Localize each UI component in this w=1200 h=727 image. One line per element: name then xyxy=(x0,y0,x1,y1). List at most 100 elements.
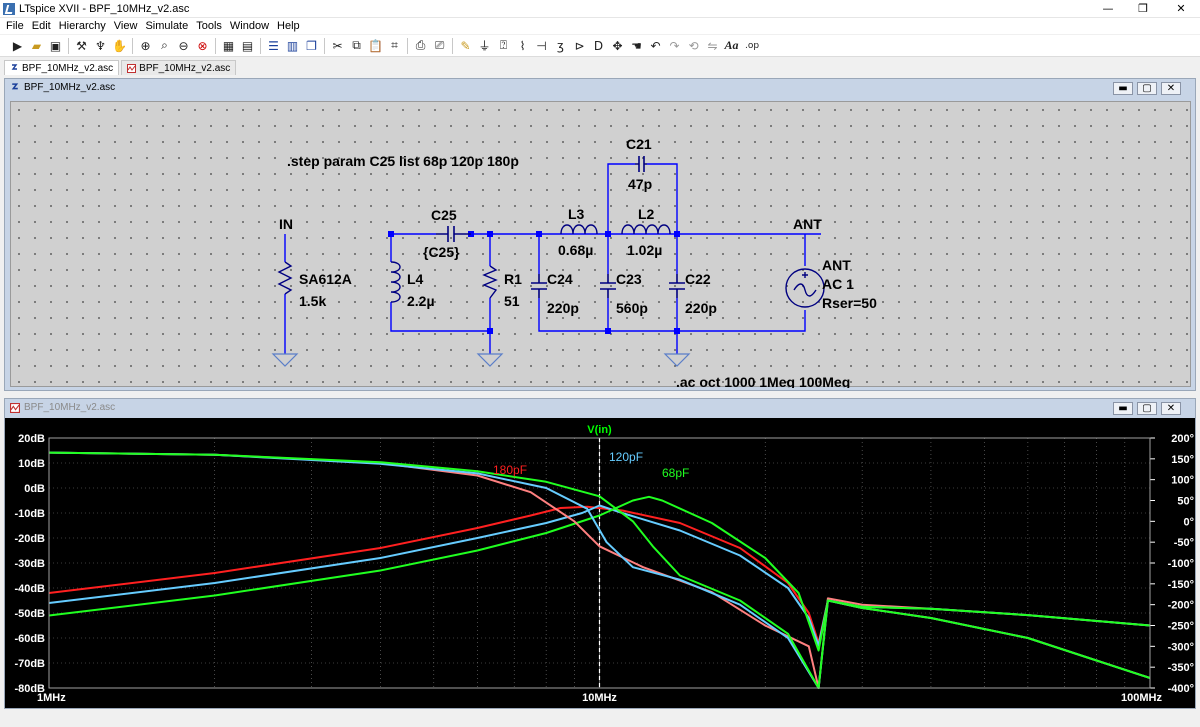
tab-label: BPF_10MHz_v2.asc xyxy=(139,62,231,74)
inductor-icon[interactable]: ʒ xyxy=(551,37,570,55)
l2-name[interactable]: L2 xyxy=(638,206,655,222)
menu-tools[interactable]: Tools xyxy=(192,20,226,32)
menu-hierarchy[interactable]: Hierarchy xyxy=(55,20,110,32)
capacitor-c24-symbol xyxy=(531,274,547,298)
schematic-canvas[interactable]: .step param C25 list 68p 120p 180p .ac o… xyxy=(10,101,1191,388)
copy-icon[interactable]: ⧉ xyxy=(347,37,366,55)
waveform-minimize-button[interactable]: ▬ xyxy=(1113,402,1133,415)
label-net-icon[interactable]: ⍰ xyxy=(494,37,513,55)
run-icon[interactable]: ▶ xyxy=(8,37,27,55)
halt-icon[interactable]: ✋ xyxy=(110,37,129,55)
schematic-close-button[interactable]: ✕ xyxy=(1161,82,1181,95)
c22-name[interactable]: C22 xyxy=(685,271,711,287)
move-icon[interactable]: ✥ xyxy=(608,37,627,55)
status-bar xyxy=(0,710,1200,727)
waveform-restore-button[interactable]: ▢ xyxy=(1137,402,1157,415)
close-button[interactable]: ✕ xyxy=(1166,0,1196,18)
net-label-in[interactable]: IN xyxy=(279,216,293,232)
ac-directive[interactable]: .ac oct 1000 1Meg 100Meg xyxy=(676,374,850,388)
redo-icon[interactable]: ↷ xyxy=(665,37,684,55)
sa612a-value[interactable]: 1.5k xyxy=(299,293,326,309)
r1-value[interactable]: 51 xyxy=(504,293,520,309)
c25-name[interactable]: C25 xyxy=(431,207,457,223)
new-plot-icon[interactable]: ▤ xyxy=(238,37,257,55)
waveform-window: BPF_10MHz_v2.asc ▬ ▢ ✕ V(in) 180pF 120pF 68… xyxy=(4,398,1196,709)
c23-name[interactable]: C23 xyxy=(616,271,642,287)
l4-value[interactable]: 2.2µ xyxy=(407,293,435,309)
toolbar: ▶ ▰ ▣ ⚒ ♆ ✋ ⊕ ⌕ ⊖ ⊗ ▦ ▤ ☰ ▥ ❐ ✂ ⧉ 📋 ⌗ ⎙ … xyxy=(0,35,1200,57)
resistor-r1-symbol xyxy=(482,265,498,299)
drag-icon[interactable]: ☚ xyxy=(627,37,646,55)
minimize-button[interactable]: — xyxy=(1093,0,1123,18)
tab-waveform[interactable]: BPF_10MHz_v2.asc xyxy=(121,60,237,75)
menu-window[interactable]: Window xyxy=(226,20,273,32)
zoom-in-icon[interactable]: ⊕ xyxy=(136,37,155,55)
c24-name[interactable]: C24 xyxy=(547,271,573,287)
c21-value[interactable]: 47p xyxy=(628,176,652,192)
zoom-area-icon[interactable]: ⌕ xyxy=(155,37,174,55)
tile-horizontal-icon[interactable]: ☰ xyxy=(264,37,283,55)
c25-value[interactable]: {C25} xyxy=(423,244,460,260)
cascade-icon[interactable]: ❐ xyxy=(302,37,321,55)
print-icon[interactable]: ⎙ xyxy=(411,37,430,55)
text-button[interactable]: Aa xyxy=(722,37,741,55)
y-right-tick-label: -150° xyxy=(1168,579,1194,591)
tile-vertical-icon[interactable]: ▥ xyxy=(283,37,302,55)
sa612a-name[interactable]: SA612A xyxy=(299,271,352,287)
waveform-window-title: BPF_10MHz_v2.asc xyxy=(24,402,116,413)
paste-icon[interactable]: 📋 xyxy=(366,37,385,55)
schematic-restore-button[interactable]: ▢ xyxy=(1137,82,1157,95)
rotate-icon[interactable]: ⟲ xyxy=(684,37,703,55)
zoom-out-icon[interactable]: ⊖ xyxy=(174,37,193,55)
resistor-sa612a-symbol xyxy=(277,261,293,295)
autorange-icon[interactable]: ▦ xyxy=(219,37,238,55)
tab-schematic[interactable]: BPF_10MHz_v2.asc xyxy=(4,60,120,75)
menu-view[interactable]: View xyxy=(110,20,142,32)
open-icon[interactable]: ▰ xyxy=(27,37,46,55)
waveform-icon xyxy=(127,63,137,73)
step-directive[interactable]: .step param C25 list 68p 120p 180p xyxy=(287,153,519,169)
r1-name[interactable]: R1 xyxy=(504,271,522,287)
diode-icon[interactable]: ⊳ xyxy=(570,37,589,55)
menu-edit[interactable]: Edit xyxy=(28,20,55,32)
cut-icon[interactable]: ✂ xyxy=(328,37,347,55)
menu-file[interactable]: File xyxy=(2,20,28,32)
menu-simulate[interactable]: Simulate xyxy=(141,20,192,32)
zoom-cancel-icon[interactable]: ⊗ xyxy=(193,37,212,55)
undo-icon[interactable]: ↶ xyxy=(646,37,665,55)
menu-help[interactable]: Help xyxy=(273,20,304,32)
print-setup-icon[interactable]: ⎚ xyxy=(430,37,449,55)
draw-wire-icon[interactable]: ✎ xyxy=(456,37,475,55)
toolbar-separator xyxy=(407,37,408,54)
c24-value[interactable]: 220p xyxy=(547,300,579,316)
waveform-plot[interactable]: V(in) 180pF 120pF 68pF 20dB 10dB 0dB -10dB -20d… xyxy=(5,418,1195,708)
control-panel-icon[interactable]: ⚒ xyxy=(72,37,91,55)
waveform-close-button[interactable]: ✕ xyxy=(1161,402,1181,415)
source-name[interactable]: ANT xyxy=(822,257,851,273)
capacitor-c25-symbol xyxy=(436,226,471,242)
run-sim-icon[interactable]: ♆ xyxy=(91,37,110,55)
spice-directive-button[interactable]: .op xyxy=(741,37,763,55)
net-label-ant[interactable]: ANT xyxy=(793,216,822,232)
c23-value[interactable]: 560p xyxy=(616,300,648,316)
find-icon[interactable]: ⌗ xyxy=(385,37,404,55)
resistor-icon[interactable]: ⌇ xyxy=(513,37,532,55)
schematic-minimize-button[interactable]: ▬ xyxy=(1113,82,1133,95)
c22-value[interactable]: 220p xyxy=(685,300,717,316)
source-value[interactable]: AC 1 xyxy=(822,276,854,292)
capacitor-icon[interactable]: ⊣ xyxy=(532,37,551,55)
l2-value[interactable]: 1.02µ xyxy=(627,242,662,258)
ground-symbol xyxy=(663,353,691,367)
trace-name-label: V(in) xyxy=(587,424,612,436)
mirror-icon[interactable]: ⇋ xyxy=(703,37,722,55)
c21-name[interactable]: C21 xyxy=(626,136,652,152)
save-icon[interactable]: ▣ xyxy=(46,37,65,55)
l3-name[interactable]: L3 xyxy=(568,206,585,222)
restore-button[interactable]: ❐ xyxy=(1128,0,1158,18)
ground-icon[interactable]: ⏚ xyxy=(475,37,494,55)
l3-value[interactable]: 0.68µ xyxy=(558,242,593,258)
source-param[interactable]: Rser=50 xyxy=(822,295,877,311)
x-tick-label: 100MHz xyxy=(1121,692,1162,704)
component-icon[interactable]: D xyxy=(589,37,608,55)
l4-name[interactable]: L4 xyxy=(407,271,424,287)
